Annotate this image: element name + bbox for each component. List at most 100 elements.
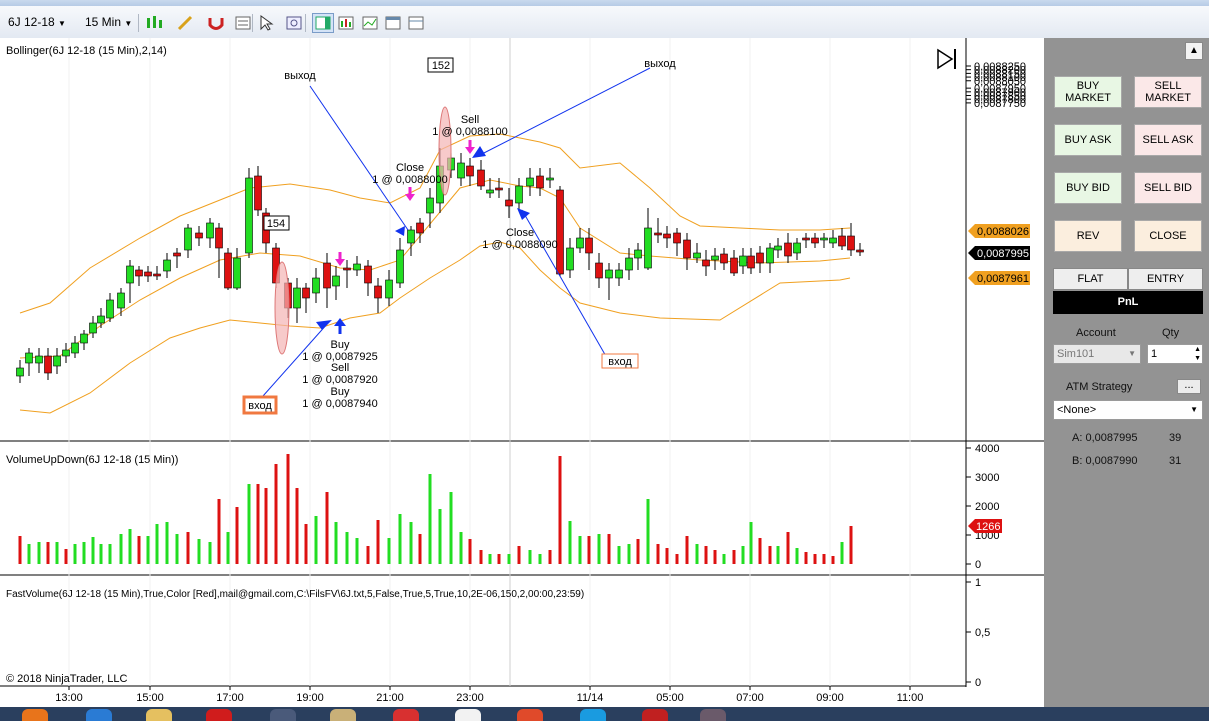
qty-label: Qty — [1162, 327, 1180, 339]
chart-area[interactable]: выход выход Sell 1 @ 0,0088100 Close 1 @ 0,00… — [0, 38, 1044, 707]
buy-market-button[interactable]: BUY MARKET — [1054, 76, 1122, 108]
volume-bar — [366, 546, 370, 564]
highlight-ellipse — [274, 261, 290, 355]
volume-bar — [247, 484, 251, 564]
rev-button[interactable]: REV — [1054, 220, 1122, 252]
qty-stepper[interactable]: 1 ▲ ▼ — [1147, 344, 1203, 364]
close-button[interactable]: CLOSE — [1134, 220, 1202, 252]
volume-bar — [831, 556, 835, 564]
chart-canvas[interactable]: выходвыходSell1 @ 0,0088100Close1 @ 0,00… — [0, 38, 1044, 707]
chevron-down-icon: ▼ — [124, 19, 133, 28]
opera-icon[interactable] — [206, 709, 232, 721]
flat-tab[interactable]: FLAT — [1053, 268, 1128, 290]
magnet-button[interactable] — [205, 13, 227, 33]
candle-body — [343, 267, 351, 271]
candle-body — [536, 175, 544, 189]
volume-bar — [538, 554, 542, 564]
fast-tick-label: 1 — [975, 577, 981, 589]
settings-app-icon[interactable] — [642, 709, 668, 721]
sell-ask-button[interactable]: SELL ASK — [1134, 124, 1202, 156]
candle-body — [702, 259, 710, 267]
time-tick-label: 13:00 — [55, 692, 83, 704]
volume-bar — [119, 534, 123, 564]
fastvolume-panel-label: FastVolume(6J 12-18 (15 Min),True,Color … — [6, 589, 584, 600]
strategy-icon — [362, 16, 378, 30]
zoom-button[interactable] — [283, 13, 305, 33]
candle-body — [466, 165, 474, 177]
sell-bid-button[interactable]: SELL BID — [1134, 172, 1202, 204]
volume-bar — [722, 554, 726, 564]
chevron-down-icon: ▼ — [58, 19, 66, 28]
atm-settings-button[interactable]: ... — [1177, 379, 1201, 394]
pencil-icon — [177, 15, 193, 31]
data-box-button[interactable] — [382, 13, 404, 33]
candle-body — [784, 242, 792, 257]
sell-market-button[interactable]: SELL MARKET — [1134, 76, 1202, 108]
yandex-icon[interactable] — [455, 709, 481, 721]
interval-selector[interactable]: 15 Min ▼ — [85, 12, 132, 32]
entry-tab[interactable]: ENTRY — [1128, 268, 1203, 290]
time-tick-label: 05:00 — [656, 692, 684, 704]
stepper-arrows-icon[interactable]: ▲ ▼ — [1194, 345, 1201, 363]
pnl-display: PnL — [1053, 291, 1203, 314]
sell-price-label: 1 @ 0,0087920 — [302, 374, 377, 386]
volume-bar — [108, 544, 112, 564]
upper-band-badge: 0,0088026 — [968, 224, 1030, 238]
file-explorer-icon[interactable] — [146, 709, 172, 721]
candle-body — [793, 242, 801, 254]
antivirus-icon[interactable] — [393, 709, 419, 721]
fast-tick-label: 0,5 — [975, 627, 990, 639]
volume-bar — [387, 538, 391, 564]
entry-label: вход — [248, 400, 272, 412]
volume-bar — [840, 542, 844, 564]
chart-trader-button[interactable] — [312, 13, 334, 33]
candle-body — [25, 352, 33, 364]
candle-body — [106, 299, 114, 319]
arrow-up-icon: ▲ — [1189, 45, 1199, 56]
candle-body — [847, 235, 855, 251]
candle-body — [89, 322, 97, 334]
buy-bid-button[interactable]: BUY BID — [1054, 172, 1122, 204]
candle-body — [673, 232, 681, 244]
template-icon — [408, 16, 424, 30]
cursor-button[interactable] — [256, 13, 278, 33]
volume-bar — [46, 542, 50, 564]
indicators-button[interactable] — [335, 13, 357, 33]
volume-bar — [479, 550, 483, 564]
bar-count-label: 152 — [432, 60, 450, 72]
properties-button[interactable] — [232, 13, 254, 33]
volume-bar — [517, 546, 521, 564]
volume-bar — [64, 549, 68, 564]
atm-strategy-select[interactable]: <None> ▼ — [1053, 400, 1203, 420]
skype-icon[interactable] — [580, 709, 606, 721]
volume-bar — [438, 509, 442, 564]
volume-bar — [459, 532, 463, 564]
panel-collapse-button[interactable]: ▲ — [1185, 42, 1203, 60]
lower-band-badge: 0,0087961 — [968, 271, 1030, 285]
volume-bar — [749, 522, 753, 564]
buy-ask-button[interactable]: BUY ASK — [1054, 124, 1122, 156]
app-icon[interactable] — [270, 709, 296, 721]
volume-bar — [295, 488, 299, 564]
candle-body — [206, 222, 214, 239]
template-button[interactable] — [405, 13, 427, 33]
qty-value: 1 — [1151, 348, 1158, 360]
strategies-button[interactable] — [359, 13, 381, 33]
bar-type-button[interactable] — [143, 13, 165, 33]
archive-icon[interactable] — [330, 709, 356, 721]
internet-explorer-icon[interactable] — [86, 709, 112, 721]
media-icon[interactable] — [700, 709, 726, 721]
volume-bar — [376, 520, 380, 564]
candle-body — [173, 252, 181, 257]
drawing-tool-button[interactable] — [175, 13, 197, 33]
firefox-icon[interactable] — [22, 709, 48, 721]
volume-bar — [758, 538, 762, 564]
instrument-selector[interactable]: 6J 12-18 ▼ — [8, 12, 66, 32]
volume-bar — [256, 484, 260, 564]
account-select[interactable]: Sim101 ▼ — [1053, 344, 1141, 364]
chrome-icon[interactable] — [517, 709, 543, 721]
candle-body — [323, 262, 331, 289]
candle-body — [811, 237, 819, 244]
bid-size-label: 31 — [1169, 455, 1182, 467]
candle-body — [683, 239, 691, 259]
